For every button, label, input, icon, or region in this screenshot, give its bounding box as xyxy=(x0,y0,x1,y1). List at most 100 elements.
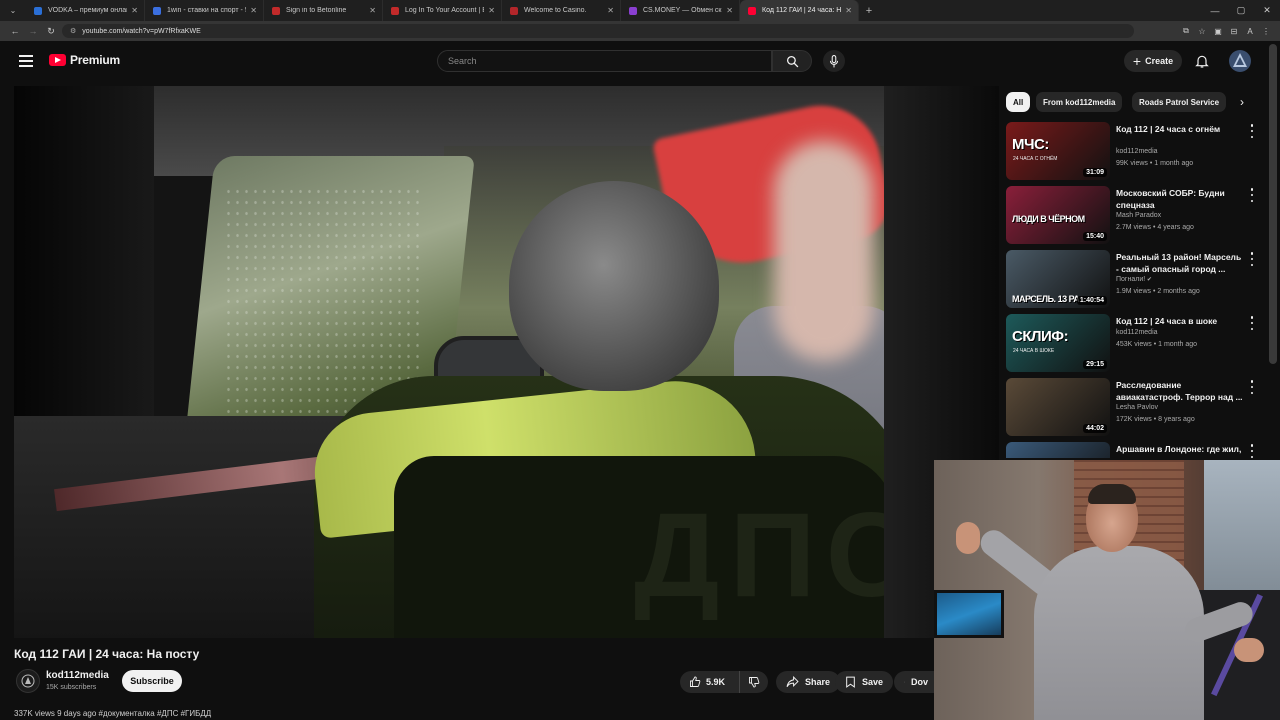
chip-all[interactable]: All xyxy=(1006,92,1031,112)
browser-menu-icon[interactable]: ⋮ xyxy=(1258,27,1274,36)
recommendation-item[interactable]: Аршавин в Лондоне: где жил, xyxy=(1006,442,1264,458)
recommendation-channel[interactable]: Lesha Pavlov xyxy=(1116,404,1158,411)
chip-roads-patrol[interactable]: Roads Patrol Service xyxy=(1132,92,1226,112)
recommendation-item[interactable]: СКЛИФ: 24 ЧАСА В ШОКЕ 29:15 Код 112 | 24 ча… xyxy=(1006,314,1264,372)
recommendation-channel[interactable]: Mash Paradox xyxy=(1116,212,1161,219)
account-avatar[interactable] xyxy=(1229,50,1251,72)
youtube-logo[interactable]: Premium xyxy=(49,53,120,67)
open-in-app-icon[interactable]: ⧉ xyxy=(1178,26,1194,36)
share-button[interactable]: Share xyxy=(776,671,841,693)
browser-tab[interactable]: Log In To Your Account | BetO ✕ xyxy=(383,0,502,21)
like-icon xyxy=(690,676,701,687)
tab-close-icon[interactable]: ✕ xyxy=(369,6,376,15)
recommendation-title[interactable]: Код 112 | 24 часа с огнём xyxy=(1116,123,1244,135)
extension-icon[interactable]: ▣ xyxy=(1210,27,1226,36)
more-vert-icon[interactable] xyxy=(1249,444,1255,458)
duration-badge: 31:09 xyxy=(1083,168,1107,177)
address-bar-row: ← → ↻ ⚙ youtube.com/watch?v=pW7fRfxaKWE … xyxy=(0,21,1280,41)
split-icon[interactable]: ⊟ xyxy=(1226,27,1242,36)
search-button[interactable] xyxy=(772,50,812,72)
more-vert-icon[interactable] xyxy=(1249,188,1255,202)
webcam-person-hand-left xyxy=(956,522,980,554)
channel-avatar[interactable] xyxy=(16,669,40,693)
more-vert-icon[interactable] xyxy=(1249,380,1255,394)
youtube-logo-icon xyxy=(49,54,66,66)
browser-tab[interactable]: CS.MONEY — Обмен скинов С ✕ xyxy=(621,0,740,21)
forward-icon[interactable]: → xyxy=(24,26,42,36)
recommendation-thumbnail[interactable]: 44:02 xyxy=(1006,378,1110,436)
description-preview[interactable]: 337K views 9 days ago #документалка #ДПС… xyxy=(14,709,934,720)
chevron-right-icon[interactable]: › xyxy=(1232,92,1252,112)
tab-favicon-icon xyxy=(629,6,637,15)
page-scrollbar[interactable] xyxy=(1269,44,1277,364)
save-button[interactable]: Save xyxy=(835,671,894,693)
browser-tab[interactable]: Welcome to Casino. ✕ xyxy=(502,0,621,21)
recommendation-thumbnail[interactable]: СКЛИФ: 24 ЧАСА В ШОКЕ 29:15 xyxy=(1006,314,1110,372)
recommendation-item[interactable]: МЧС: 24 ЧАСА С ОГНЁМ 31:09 Код 112 | 24 час… xyxy=(1006,122,1264,180)
recommendation-title[interactable]: Расследование авиакатастроф. Террор над … xyxy=(1116,379,1244,403)
more-vert-icon[interactable] xyxy=(1249,124,1255,138)
recommendation-item[interactable]: МАРСЕЛЬ. 13 РА 1:40:54 Реальный 13 район! … xyxy=(1006,250,1264,308)
dislike-button[interactable] xyxy=(740,676,768,688)
recommendation-title[interactable]: Московский СОБР: Будни спецназа xyxy=(1116,187,1244,211)
address-bar-actions: ⧉ ☆ ▣ ⊟ A ⋮ xyxy=(1178,21,1274,41)
recommendation-title[interactable]: Код 112 | 24 часа в шоке xyxy=(1116,315,1244,327)
channel-name[interactable]: kod112media xyxy=(46,670,109,681)
browser-tab[interactable]: 1win - ставки на спорт - 5764 ✕ xyxy=(145,0,264,21)
recommendation-item[interactable]: ЛЮДИ В ЧЁРНОМ 15:40 Московский СОБР: Будни… xyxy=(1006,186,1264,244)
tab-close-icon[interactable]: ✕ xyxy=(488,6,495,15)
more-vert-icon[interactable] xyxy=(1249,316,1255,330)
youtube-header: Premium + Create xyxy=(0,41,1280,82)
recommendation-channel[interactable]: kod112media xyxy=(1116,148,1158,155)
translate-icon[interactable]: A xyxy=(1242,27,1258,36)
chip-from-channel[interactable]: From kod112media xyxy=(1036,92,1123,112)
search-input[interactable] xyxy=(438,51,771,71)
create-button[interactable]: + Create xyxy=(1124,50,1182,72)
tab-close-icon[interactable]: ✕ xyxy=(607,6,614,15)
browser-tab[interactable]: VODKA – премиум онлайн-ка ✕ xyxy=(26,0,145,21)
back-icon[interactable]: ← xyxy=(6,26,24,36)
subscribe-button[interactable]: Subscribe xyxy=(122,670,182,692)
maximize-icon[interactable]: ▢ xyxy=(1228,5,1254,16)
recommendation-title[interactable]: Реальный 13 район! Марсель - самый опасн… xyxy=(1116,251,1244,275)
tab-close-icon[interactable]: ✕ xyxy=(726,6,733,15)
tab-search-icon[interactable]: ⌄ xyxy=(0,0,26,21)
browser-tab[interactable]: Sign in to Betonline ✕ xyxy=(264,0,383,21)
video-frame-blurred-face xyxy=(774,141,874,361)
duration-badge: 1:40:54 xyxy=(1076,296,1107,305)
recommendation-thumbnail[interactable]: МАРСЕЛЬ. 13 РА 1:40:54 xyxy=(1006,250,1110,308)
site-info-icon[interactable]: ⚙ xyxy=(70,27,76,35)
tab-close-icon[interactable]: ✕ xyxy=(131,6,138,15)
recommendation-channel-name: kod112media xyxy=(1116,329,1158,336)
tab-close-icon[interactable]: ✕ xyxy=(250,6,257,15)
url-field[interactable]: ⚙ youtube.com/watch?v=pW7fRfxaKWE xyxy=(62,24,1134,38)
minimize-icon[interactable]: — xyxy=(1202,6,1228,16)
recommendation-channel-name: Mash Paradox xyxy=(1116,212,1162,219)
video-player[interactable]: ДПС xyxy=(14,86,999,638)
recommendation-thumbnail[interactable]: МЧС: 24 ЧАСА С ОГНЁМ 31:09 xyxy=(1006,122,1110,180)
bell-icon[interactable] xyxy=(1194,53,1210,69)
voice-search-button[interactable] xyxy=(823,50,845,72)
more-vert-icon[interactable] xyxy=(1249,252,1255,266)
recommendation-meta: 1.9M views • 2 months ago xyxy=(1116,288,1200,295)
reload-icon[interactable]: ↻ xyxy=(42,26,60,37)
recommendation-thumbnail[interactable]: ЛЮДИ В ЧЁРНОМ 15:40 xyxy=(1006,186,1110,244)
close-window-icon[interactable]: ✕ xyxy=(1254,5,1280,16)
tab-close-icon[interactable]: ✕ xyxy=(845,6,852,15)
recommendation-thumbnail[interactable] xyxy=(1006,442,1110,458)
download-button[interactable]: Dov xyxy=(894,671,938,693)
like-button[interactable]: 5.9K xyxy=(680,671,740,693)
recommendation-title[interactable]: Аршавин в Лондоне: где жил, xyxy=(1116,443,1244,455)
recommendation-channel[interactable]: Погнали! ✔ xyxy=(1116,276,1152,283)
share-label: Share xyxy=(805,677,831,687)
video-title: Код 112 ГАИ | 24 часа: На посту xyxy=(14,647,200,661)
recommendation-channel-name: kod112media xyxy=(1116,148,1158,155)
webcam-person-body xyxy=(1034,546,1204,720)
browser-tab[interactable]: Код 112 ГАИ | 24 часа: На пос✕ xyxy=(740,0,859,21)
bookmark-star-icon[interactable]: ☆ xyxy=(1194,27,1210,36)
new-tab-button[interactable]: + xyxy=(859,5,879,17)
recommendation-item[interactable]: 44:02 Расследование авиакатастроф. Террор… xyxy=(1006,378,1264,436)
menu-icon[interactable] xyxy=(19,55,33,67)
recommendation-channel[interactable]: kod112media xyxy=(1116,329,1158,336)
thumbnail-subtext: 24 ЧАСА С ОГНЁМ xyxy=(1013,156,1058,162)
